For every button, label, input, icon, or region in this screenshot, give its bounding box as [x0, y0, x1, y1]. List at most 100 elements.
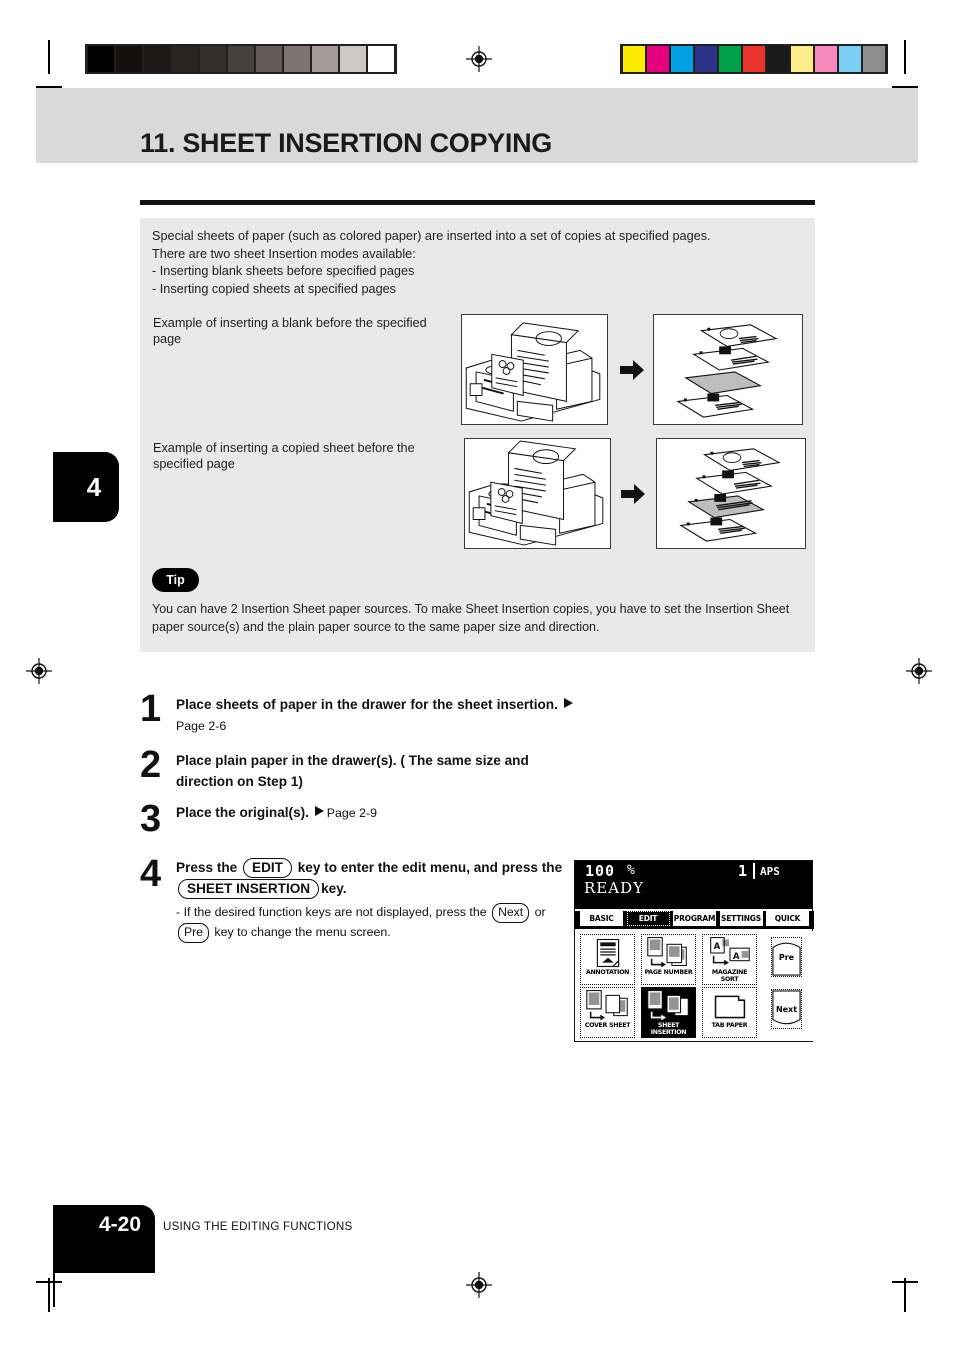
example-2-caption: Example of inserting a copied sheet befo…	[153, 441, 415, 471]
illustration-output-blank-insert	[653, 314, 803, 425]
lcd-tab-basic[interactable]: BASIC	[580, 911, 623, 926]
step-1-body: Place sheets of paper in the drawer for …	[176, 694, 576, 737]
sheet-insertion-icon	[642, 988, 695, 1023]
color-patch-10	[863, 46, 885, 72]
step-3-number: 3	[140, 798, 162, 840]
lcd-percent-symbol: %	[627, 863, 635, 878]
cover-sheet-icon	[581, 988, 634, 1023]
step-4-note-a: - If the desired function keys are not d…	[176, 905, 487, 919]
page-title: 11. SHEET INSERTION COPYING	[140, 128, 552, 158]
step-1-text: Place sheets of paper in the drawer for …	[176, 697, 558, 712]
registration-mark-left	[26, 658, 52, 684]
print-calibration-bar	[0, 0, 954, 92]
step-2-body: Place plain paper in the drawer(s). ( Th…	[176, 753, 529, 789]
svg-text:A: A	[714, 942, 721, 952]
trim-mark-bottom-right	[904, 1278, 906, 1312]
trim-mark-left	[48, 40, 50, 74]
title-rule	[140, 200, 815, 205]
step-4-number: 4	[140, 853, 162, 895]
step-1-number: 1	[140, 688, 162, 730]
lcd-key-annotation-label: ANNOTATION	[585, 969, 630, 976]
lcd-key-magazine-sort[interactable]: A A MAGAZINE SORT	[702, 934, 757, 985]
lcd-key-page-number-label: PAGE NUMBER	[644, 969, 693, 976]
copier-lcd-panel: 100 % 1 APS READY BASIC EDIT PROGRAM SETTIN…	[574, 860, 814, 1042]
step-4-text-c: key.	[321, 881, 347, 896]
step-4-note-b: or	[534, 905, 546, 919]
color-patch-5	[743, 46, 765, 72]
color-patch-8	[815, 46, 837, 72]
illustration-output-copied-insert	[656, 438, 806, 549]
example-1-caption: Example of inserting a blank before the …	[153, 316, 427, 346]
intro-bullet-2: - Inserting copied sheets at specified p…	[152, 281, 397, 296]
step-4-note: - If the desired function keys are not d…	[176, 903, 576, 943]
color-patch-2	[671, 46, 693, 72]
grayscale-patch-6	[256, 46, 282, 72]
grayscale-calibration-strip	[85, 44, 397, 74]
magazine-sort-icon: A A	[703, 935, 756, 970]
flow-arrow-icon-1	[619, 358, 645, 382]
grayscale-patch-3	[172, 46, 198, 72]
color-patch-0	[623, 46, 645, 72]
color-patch-9	[839, 46, 861, 72]
lcd-key-tab-paper[interactable]: TAB PAPER	[702, 987, 757, 1038]
footer-section-title: USING THE EDITING FUNCTIONS	[163, 1220, 353, 1233]
edit-key-label: EDIT	[243, 858, 292, 878]
lcd-tab-settings[interactable]: SETTINGS	[719, 911, 763, 926]
illustration-copier-copied-insert	[464, 438, 611, 549]
tip-badge: Tip	[152, 568, 199, 592]
lcd-paper-mode: APS	[760, 865, 780, 878]
color-patch-4	[719, 46, 741, 72]
lcd-key-annotation[interactable]: ANNOTATION	[580, 934, 635, 985]
lcd-next-page-button[interactable]: Next	[771, 989, 802, 1029]
sheet-insertion-label-line-2: INSERTION	[650, 1028, 687, 1036]
grayscale-patch-1	[116, 46, 142, 72]
step-3-body: Place the original(s). Page 2-9	[176, 802, 576, 824]
lcd-tab-bar: BASIC EDIT PROGRAM SETTINGS QUICK	[575, 911, 814, 929]
intro-description: Special sheets of paper (such as colored…	[152, 228, 812, 298]
lcd-key-sheet-insertion[interactable]: SHEET INSERTION	[641, 987, 696, 1038]
grayscale-patch-10	[368, 46, 394, 72]
lcd-next-page-label: Next	[775, 1004, 798, 1014]
step-4-note-c: key to change the menu screen.	[214, 925, 391, 939]
sheet-insertion-key-label: SHEET INSERTION	[178, 879, 320, 899]
intro-line-2: There are two sheet Insertion modes avai…	[152, 246, 416, 261]
lcd-zoom-value: 100	[585, 862, 616, 880]
trim-mark-right	[904, 40, 906, 74]
lcd-key-sheet-insertion-label: SHEET INSERTION	[642, 1022, 695, 1036]
pre-key-label: Pre	[178, 923, 209, 943]
lcd-key-page-number[interactable]: PAGE NUMBER	[641, 934, 696, 985]
step-4-body: Press the EDIT key to enter the edit men…	[176, 857, 576, 899]
page-number-icon	[642, 935, 695, 970]
lcd-tab-program[interactable]: PROGRAM	[673, 911, 716, 926]
chapter-tab: 4	[53, 452, 119, 522]
lcd-function-key-grid: ANNOTATION PAGE NUMBER A A MAGAZINE SORT…	[575, 931, 814, 1041]
illustration-copier-blank-insert	[461, 314, 608, 425]
step-3-page-ref: Page 2-9	[326, 806, 378, 820]
annotation-icon	[581, 935, 634, 970]
flow-arrow-icon-2	[620, 482, 646, 506]
color-patch-6	[767, 46, 789, 72]
intro-line-1: Special sheets of paper (such as colored…	[152, 229, 711, 243]
grayscale-patch-4	[200, 46, 226, 72]
color-patch-3	[695, 46, 717, 72]
lcd-prev-page-button[interactable]: Pre	[771, 937, 802, 977]
lcd-tab-edit[interactable]: EDIT	[626, 911, 670, 926]
grayscale-patch-8	[312, 46, 338, 72]
lcd-tab-quick[interactable]: QUICK	[766, 911, 809, 926]
step-4-text-b: key to enter the edit menu, and press th…	[297, 860, 563, 875]
lcd-copy-count: 1	[737, 862, 747, 880]
grayscale-patch-2	[144, 46, 170, 72]
trim-mark-bottom-left-h	[36, 1281, 62, 1283]
lcd-key-magazine-sort-label: MAGAZINE SORT	[711, 969, 748, 983]
lcd-key-cover-sheet[interactable]: COVER SHEET	[580, 987, 635, 1038]
step-3-text: Place the original(s).	[176, 805, 309, 820]
step-2-number: 2	[140, 744, 162, 786]
footer-page-number: 4-20	[53, 1205, 155, 1273]
tip-text: You can have 2 Insertion Sheet paper sou…	[152, 602, 790, 634]
registration-mark-right	[906, 658, 932, 684]
trim-mark-bottom-right-h	[892, 1281, 918, 1283]
grayscale-patch-9	[340, 46, 366, 72]
registration-mark-bottom	[466, 1272, 492, 1298]
registration-mark-top	[466, 46, 492, 72]
grayscale-patch-7	[284, 46, 310, 72]
